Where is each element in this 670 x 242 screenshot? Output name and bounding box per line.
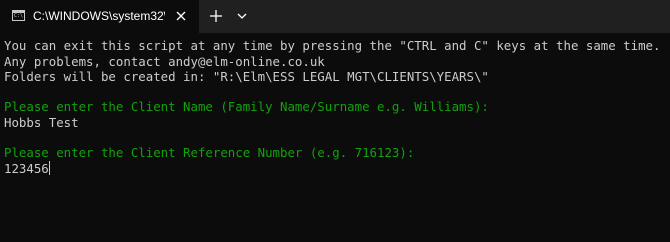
console-output[interactable]: You can exit this script at any time by …: [0, 33, 670, 242]
tab-title: C:\WINDOWS\system32\cmd.: [33, 9, 165, 23]
title-bar: C:\. C:\WINDOWS\system32\cmd.: [0, 0, 670, 33]
console-line-exit-info: You can exit this script at any time by …: [4, 38, 661, 53]
prompt-client-name: Please enter the Client Name (Family Nam…: [4, 99, 489, 114]
console-line-folder-path: Folders will be created in: "R:\Elm\ESS …: [4, 69, 489, 84]
chevron-down-icon[interactable]: [233, 6, 251, 26]
client-reference-input-line[interactable]: 123456: [4, 160, 50, 177]
text-cursor: [48, 160, 50, 175]
cmd-icon-label: C:\.: [14, 13, 27, 19]
close-icon[interactable]: [172, 7, 190, 25]
input-client-name: Hobbs Test: [4, 114, 79, 130]
new-tab-plus-icon[interactable]: [206, 6, 226, 26]
terminal-window: C:\. C:\WINDOWS\system32\cmd. You can ex…: [0, 0, 670, 242]
cmd-icon: C:\.: [12, 10, 27, 21]
prompt-client-reference: Please enter the Client Reference Number…: [4, 145, 415, 160]
input-client-reference: 123456: [4, 160, 49, 176]
console-line-contact: Any problems, contact andy@elm-online.co…: [4, 53, 325, 69]
tab-cmd[interactable]: C:\. C:\WINDOWS\system32\cmd.: [0, 0, 199, 33]
